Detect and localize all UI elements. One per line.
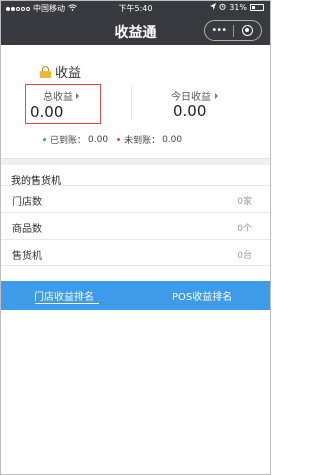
alarm-icon	[219, 3, 226, 12]
list-item-label: 商品数	[12, 224, 42, 235]
pending-dot-icon	[117, 138, 121, 141]
total-earnings-label-row: 总收益	[43, 88, 79, 103]
total-earnings-card[interactable]: 总收益 0.00	[25, 84, 101, 124]
list-item-stores[interactable]: 门店数 0家	[1, 185, 270, 212]
battery-icon	[250, 4, 264, 11]
list-item-label: 售货机	[12, 251, 42, 262]
close-circle-icon	[241, 25, 253, 36]
section-separator	[1, 158, 270, 165]
tab-pos-ranking[interactable]: POS收益排名	[172, 288, 232, 303]
list-item-value: 0台	[237, 251, 252, 261]
location-icon	[210, 3, 217, 12]
arrived-dot-icon	[43, 138, 46, 141]
today-earnings-link[interactable]: 今日收益	[171, 88, 218, 103]
pending-label: 未到账：	[124, 136, 161, 146]
menu-capsule: •••	[204, 20, 262, 41]
today-earnings-value: 0.00	[173, 102, 207, 120]
close-button[interactable]	[234, 25, 262, 36]
chevron-right-icon	[76, 92, 79, 99]
status-bar: 中国移动 下午5:40 31%	[1, 1, 270, 16]
more-button[interactable]: •••	[205, 25, 233, 36]
list-item-value: 0家	[237, 197, 252, 207]
tab-store-ranking[interactable]: 门店收益排名	[34, 288, 94, 303]
active-tab-indicator	[35, 303, 99, 304]
status-right: 31%	[210, 3, 264, 12]
earnings-divider	[131, 86, 132, 120]
chevron-right-icon	[215, 92, 218, 99]
arrived-value: 0.00	[88, 134, 109, 145]
top-bar: 中国移动 下午5:40 31% 收益通 •••	[1, 1, 270, 45]
list-item-products[interactable]: 商品数 0个	[1, 212, 270, 239]
nav-bar: 收益通 •••	[1, 16, 270, 45]
total-earnings-value: 0.00	[30, 103, 64, 121]
list-item-label: 门店数	[12, 197, 42, 208]
ranking-tab-bar: 门店收益排名 POS收益排名	[1, 281, 270, 310]
total-earnings-label: 总收益	[43, 92, 73, 103]
earnings-title: 收益	[55, 66, 82, 81]
list-item-value: 0个	[237, 224, 252, 234]
settlement-summary: 已到账： 0.00 未到账： 0.00	[43, 133, 182, 146]
pending-value: 0.00	[162, 134, 183, 145]
arrived-label: 已到账：	[50, 136, 87, 146]
list-item-machines[interactable]: 售货机 0台	[1, 239, 270, 266]
earnings-header: 收益	[40, 62, 81, 81]
battery-percent: 31%	[229, 3, 247, 12]
today-earnings-label: 今日收益	[171, 92, 211, 103]
lock-icon	[40, 65, 51, 78]
